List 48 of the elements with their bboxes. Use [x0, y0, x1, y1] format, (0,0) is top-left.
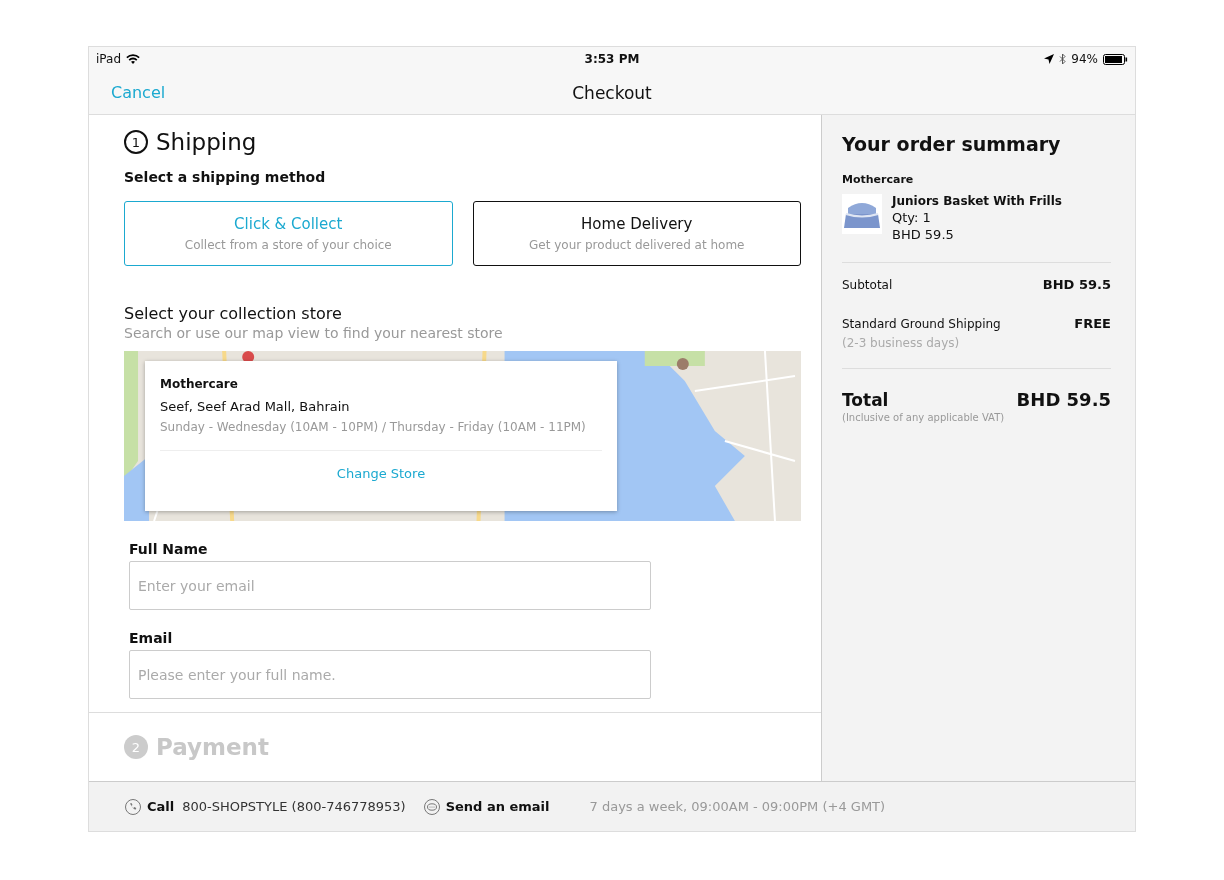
- summary-title: Your order summary: [842, 133, 1062, 155]
- section-hint: Search or use our map view to find your nearest store: [124, 325, 504, 341]
- option-title: Home Delivery: [581, 215, 693, 233]
- store-name: Mothercare: [160, 377, 239, 391]
- summary-note: (2-3 business days): [842, 336, 961, 350]
- phone-icon: [125, 798, 141, 815]
- status-time: 3:53 PM: [584, 52, 640, 66]
- wifi-icon: [126, 53, 140, 65]
- step-number: 1: [124, 130, 148, 154]
- bluetooth-icon: [1059, 53, 1067, 65]
- phone-number: 800-SHOPSTYLE (800-746778953): [182, 799, 406, 814]
- battery-icon: [1103, 53, 1128, 65]
- option-title: Click & Collect: [234, 215, 343, 233]
- product-quantity: Qty: 1: [892, 210, 932, 225]
- input-field[interactable]: Enter your email: [129, 561, 651, 610]
- summary-label: Standard Ground Shipping: [842, 317, 1001, 331]
- page-title: Checkout: [572, 82, 652, 103]
- chat-bubble-icon: [423, 798, 440, 815]
- product-name: Juniors Basket With Frills: [892, 194, 1062, 208]
- location-arrow-icon: [1044, 54, 1055, 64]
- section-heading: Select a shipping method: [124, 169, 327, 185]
- change-store-link[interactable]: Change Store: [333, 463, 429, 484]
- send-email-link[interactable]: Send an email: [445, 799, 550, 814]
- summary-value: FREE: [1074, 316, 1111, 331]
- total-note: (Inclusive of any applicable VAT): [842, 412, 1006, 423]
- shipping-option[interactable]: Click & Collect Collect from a store of your choice: [124, 201, 453, 266]
- battery-percent: 94%: [1071, 52, 1098, 66]
- option-description: Collect from a store of your choice: [184, 238, 392, 252]
- total-value: BHD 59.5: [1016, 389, 1111, 410]
- input-field[interactable]: Please enter your full name.: [129, 650, 651, 699]
- device-name: iPad: [96, 52, 121, 66]
- field-label: Full Name: [129, 541, 209, 557]
- cancel-button[interactable]: Cancel: [105, 81, 172, 104]
- step-title: Shipping: [156, 129, 257, 155]
- store-address: Seef, Seef Arad Mall, Bahrain: [160, 399, 351, 414]
- support-hours: 7 days a week, 09:00AM - 09:00PM (+4 GMT): [589, 799, 886, 814]
- store-hours: Sunday - Wednesday (10AM - 10PM) / Thursday - Friday (10AM - 11PM): [160, 420, 587, 434]
- bassinet-icon: [842, 194, 882, 234]
- seller-name: Mothercare: [842, 173, 915, 186]
- call-label: Call: [147, 799, 175, 814]
- total-label: Total: [842, 390, 889, 410]
- product-price: BHD 59.5: [892, 227, 955, 242]
- section-heading: Select your collection store: [124, 304, 343, 323]
- shipping-option[interactable]: Home Delivery Get your product delivered at home: [472, 201, 801, 266]
- summary-label: Subtotal: [842, 278, 893, 292]
- field-label: Email: [129, 630, 174, 646]
- summary-value: BHD 59.5: [1042, 277, 1111, 292]
- option-description: Get your product delivered at home: [529, 238, 745, 252]
